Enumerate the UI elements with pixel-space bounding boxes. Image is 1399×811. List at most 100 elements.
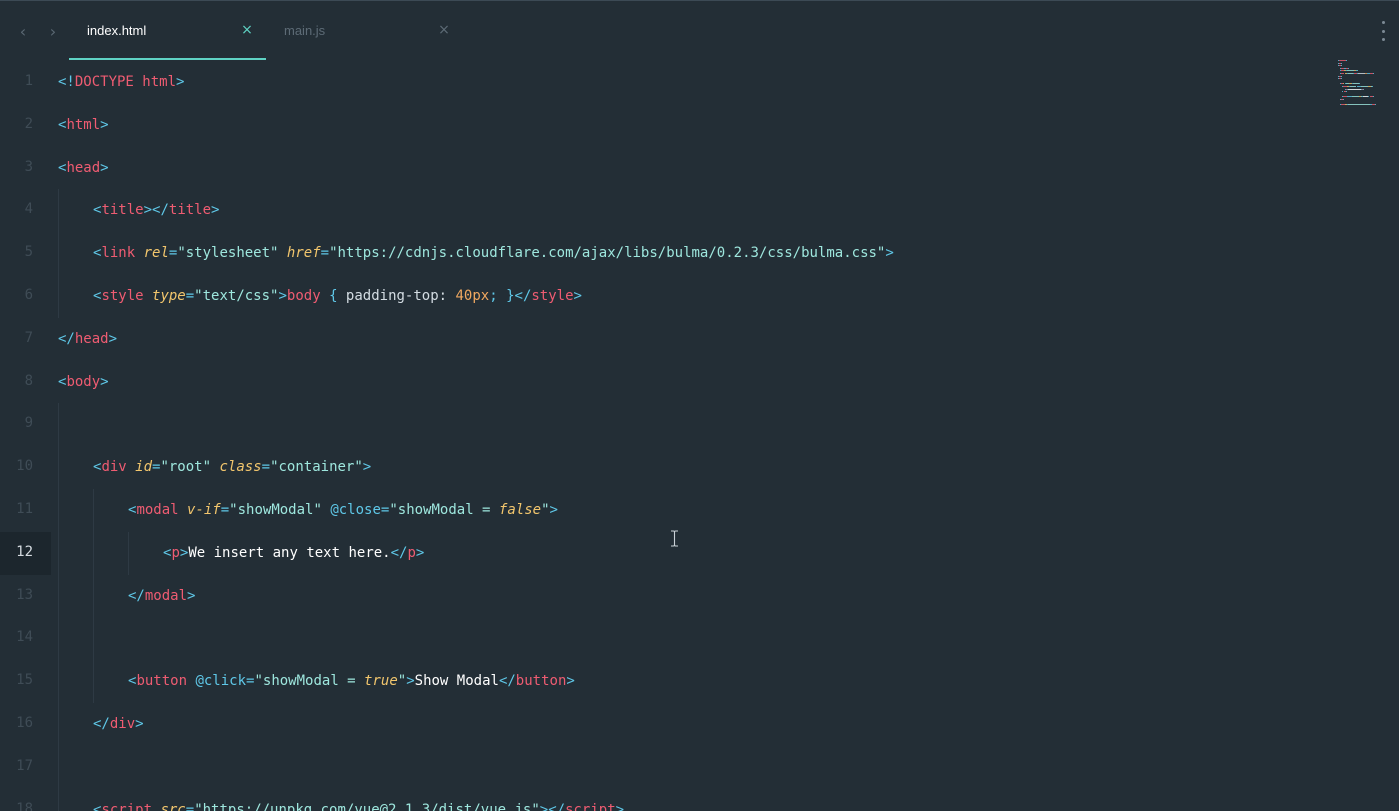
code-text[interactable]: </modal>: [128, 587, 195, 605]
line-number-gutter[interactable]: 4: [0, 189, 51, 232]
code-editor[interactable]: 1 <!DOCTYPE html> 2 <html> 3 <head> 4 <title></…: [0, 61, 1399, 811]
code-text[interactable]: <style type="text/css">body { padding-to…: [93, 287, 582, 305]
line-number-gutter[interactable]: 2: [0, 104, 51, 147]
minimap-token: [1341, 65, 1343, 67]
close-icon[interactable]: ×: [437, 22, 451, 38]
code-text[interactable]: <body>: [58, 373, 109, 391]
line-number-gutter[interactable]: 13: [0, 575, 51, 618]
close-icon[interactable]: ×: [240, 22, 254, 38]
code-token: >: [415, 544, 425, 561]
code-line[interactable]: 7 </head>: [0, 318, 1330, 361]
code-line[interactable]: 6 <style type="text/css">body { padding-t…: [0, 275, 1330, 318]
code-token: ": [397, 673, 407, 690]
line-number: 7: [24, 329, 33, 346]
code-line[interactable]: 13 </modal>: [0, 574, 1330, 618]
line-number: 5: [24, 244, 33, 261]
code-line[interactable]: 8 <body>: [0, 361, 1330, 404]
code-token: div: [101, 459, 136, 476]
minimap-token: [1371, 86, 1373, 87]
code-token: div: [109, 716, 136, 732]
code-token: >: [278, 288, 287, 304]
code-token: >: [100, 116, 109, 133]
code-token: >: [362, 459, 372, 476]
code-text[interactable]: <button @click="showModal = true">Show M…: [128, 672, 575, 690]
code-token: "root": [160, 459, 220, 476]
code-text[interactable]: <!DOCTYPE html>: [58, 73, 184, 91]
code-text[interactable]: <html>: [58, 116, 109, 134]
code-line[interactable]: 1 <!DOCTYPE html>: [0, 61, 1330, 104]
code-line[interactable]: 4 <title></title>: [0, 189, 1330, 233]
code-text[interactable]: <p>We insert any text here.</p>: [163, 544, 424, 562]
code-text[interactable]: <title></title>: [93, 201, 219, 219]
line-number-gutter[interactable]: 15: [0, 660, 51, 703]
line-number-gutter[interactable]: 9: [0, 403, 51, 446]
minimap-token: [1351, 96, 1359, 98]
code-token: style: [531, 288, 574, 304]
minimap[interactable]: [1338, 60, 1388, 112]
code-token: >: [406, 673, 415, 690]
code-token: rel: [143, 245, 169, 262]
code-line[interactable]: 12 <p>We insert any text here.</p>: [0, 531, 1330, 575]
code-text[interactable]: <div id="root" class="container">: [93, 458, 371, 476]
code-line[interactable]: 2 <html>: [0, 104, 1330, 147]
line-number-gutter[interactable]: 11: [0, 489, 51, 532]
code-line[interactable]: 10 <div id="root" class="container">: [0, 446, 1330, 489]
line-number-gutter[interactable]: 5: [0, 232, 51, 275]
line-number-gutter[interactable]: 6: [0, 275, 51, 318]
line-number: 2: [24, 115, 33, 132]
indent-guide: [93, 489, 94, 532]
line-number-gutter[interactable]: 8: [0, 361, 51, 404]
tab-label: index.html: [87, 23, 147, 38]
line-number-gutter[interactable]: 3: [0, 147, 51, 190]
menu-dot: [1381, 29, 1385, 33]
indent-guide: [58, 275, 59, 318]
line-number-gutter[interactable]: 1: [0, 61, 51, 104]
code-line[interactable]: 5 <link rel="stylesheet" href="https://cd…: [0, 232, 1330, 275]
code-token: p: [171, 544, 180, 561]
code-editor-window: ‹ › index.html × main.js × 1 <!DOCTYPE ht…: [0, 0, 1399, 811]
chevron-left-icon[interactable]: ‹: [15, 22, 31, 41]
code-line[interactable]: 9: [0, 403, 1330, 447]
code-token: >: [187, 587, 196, 604]
code-text[interactable]: <link rel="stylesheet" href="https://cdn…: [93, 244, 894, 262]
code-token: "text/css": [194, 288, 279, 304]
code-token: "showModal =: [389, 502, 499, 518]
code-token: modal: [144, 587, 188, 604]
code-text[interactable]: <head>: [58, 159, 109, 177]
tab-main-js[interactable]: main.js ×: [266, 1, 463, 60]
tab-index-html[interactable]: index.html ×: [69, 1, 266, 60]
minimap-token: [1372, 96, 1374, 98]
line-number-gutter[interactable]: 14: [0, 617, 51, 660]
line-number: 10: [16, 458, 33, 475]
code-text[interactable]: <modal v-if="showModal" @close="showModa…: [128, 501, 558, 519]
menu-dot: [1381, 38, 1385, 41]
code-line[interactable]: 18 <script src="https://unpkg.com/vue@2.1…: [0, 788, 1330, 811]
code-text[interactable]: <script src="https://unpkg.com/vue@2.1.3…: [93, 801, 624, 811]
code-token: type: [152, 288, 186, 304]
minimap-token: [1375, 104, 1377, 106]
code-line[interactable]: 14: [0, 617, 1330, 661]
code-token: src: [160, 801, 186, 811]
line-number-gutter[interactable]: 10: [0, 446, 51, 489]
code-line[interactable]: 16 </div>: [0, 703, 1330, 746]
code-line[interactable]: 3 <head>: [0, 147, 1330, 190]
code-token: 40px: [455, 288, 490, 304]
code-line[interactable]: 15 <button @click="showModal = true">Show…: [0, 660, 1330, 703]
code-text[interactable]: </head>: [58, 330, 117, 348]
chevron-right-icon[interactable]: ›: [45, 22, 61, 41]
code-line[interactable]: 17: [0, 745, 1330, 789]
code-token: >: [176, 74, 185, 90]
line-number-gutter[interactable]: 18: [0, 789, 51, 811]
line-number-gutter[interactable]: 12: [0, 531, 51, 575]
line-number-gutter[interactable]: 17: [0, 746, 51, 789]
line-number-gutter[interactable]: 16: [0, 703, 51, 746]
code-text[interactable]: </div>: [93, 715, 144, 733]
code-token: @click: [195, 673, 247, 690]
code-line[interactable]: 11 <modal v-if="showModal" @close="showMo…: [0, 489, 1330, 532]
line-number: 18: [16, 800, 33, 811]
line-number-gutter[interactable]: 7: [0, 318, 51, 361]
indent-guide: [58, 531, 59, 575]
code-token: "showModal": [229, 502, 331, 518]
kebab-menu-icon[interactable]: [1378, 21, 1388, 41]
minimap-token: [1359, 83, 1361, 85]
